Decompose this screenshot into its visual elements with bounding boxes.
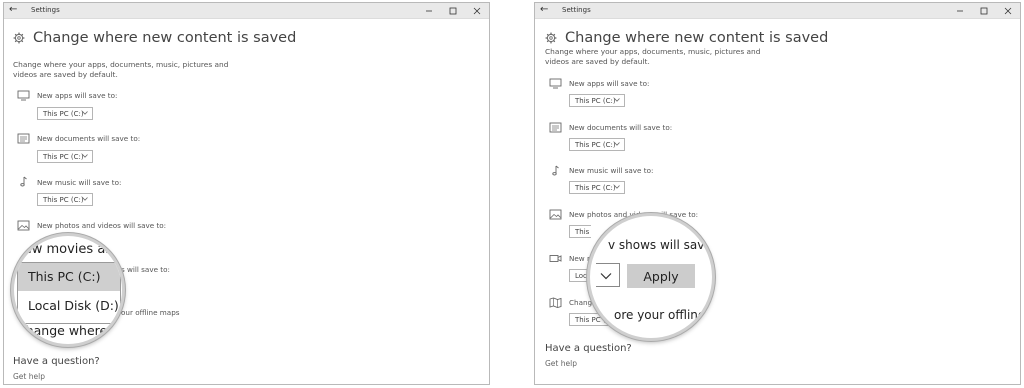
magnifier-dropdown-options: New movies an This PC (C:) Local Disk (D… [11, 233, 125, 347]
zoom-movies-label: New movies an [14, 242, 114, 257]
chevron-down-icon [82, 197, 88, 201]
back-button[interactable]: ← [540, 4, 548, 15]
chevron-down-icon [614, 142, 620, 146]
drive-options-list: This PC (C:) Local Disk (D:) [17, 262, 121, 324]
monitor-icon [17, 90, 30, 101]
close-icon[interactable] [996, 3, 1020, 18]
close-icon[interactable] [465, 3, 489, 18]
zoom-maps-label: ore your offline [614, 308, 706, 322]
window-title: Settings [31, 6, 60, 14]
help-question: Have a question? [545, 343, 632, 354]
dropdown-value: This PC (C:) [575, 97, 616, 105]
movies-save-label: s will save to: [121, 265, 170, 274]
video-icon [549, 255, 562, 262]
photos-drive-dropdown[interactable]: This PC (C:) [569, 225, 592, 238]
apply-button[interactable]: Apply [627, 264, 695, 288]
chevron-down-icon [82, 111, 88, 115]
chevron-down-icon [614, 98, 620, 102]
music-drive-dropdown[interactable]: This PC (C:) [37, 193, 93, 206]
monitor-icon [549, 78, 562, 89]
chevron-down-icon [614, 185, 620, 189]
documents-drive-dropdown[interactable]: This PC (C:) [37, 150, 93, 163]
title-bar: ← Settings [535, 3, 1020, 19]
documents-icon [549, 122, 562, 133]
apps-drive-dropdown[interactable]: This PC (C:) [569, 94, 625, 107]
help-question: Have a question? [13, 356, 100, 367]
apps-drive-dropdown[interactable]: This PC (C:) [37, 107, 93, 120]
maximize-icon[interactable] [972, 3, 996, 18]
magnifier-apply-button: v shows will save to: Apply ore your off… [587, 213, 715, 341]
chevron-down-icon [82, 154, 88, 158]
window-controls [417, 3, 489, 18]
dropdown-value: This PC (C:) [575, 141, 616, 149]
settings-window-right: ← Settings Change where new content is s… [534, 2, 1021, 385]
dropdown-value: This PC (C:) [575, 184, 616, 192]
back-button[interactable]: ← [9, 4, 17, 15]
photo-icon [549, 209, 562, 220]
music-note-icon [20, 176, 27, 187]
dropdown-value: This PC (C:) [43, 196, 84, 204]
music-save-label: New music will save to: [569, 166, 654, 175]
music-note-icon [552, 165, 559, 176]
minimize-icon[interactable] [417, 3, 441, 18]
map-icon [549, 297, 562, 308]
photo-icon [17, 220, 30, 231]
page-description: Change where your apps, documents, music… [13, 60, 229, 79]
window-controls [948, 3, 1020, 18]
music-drive-dropdown[interactable]: This PC (C:) [569, 181, 625, 194]
maximize-icon[interactable] [441, 3, 465, 18]
dropdown-value: This PC (C:) [575, 228, 592, 236]
gear-icon [13, 32, 25, 44]
window-title: Settings [562, 6, 591, 14]
zoom-movies-label: v shows will save to: [608, 238, 712, 252]
option-local-disk-d[interactable]: Local Disk (D:) [18, 292, 120, 320]
minimize-icon[interactable] [948, 3, 972, 18]
apps-save-label: New apps will save to: [569, 79, 650, 88]
get-help-link[interactable]: Get help [13, 372, 45, 381]
apps-save-label: New apps will save to: [37, 91, 118, 100]
get-help-link[interactable]: Get help [545, 359, 577, 368]
documents-drive-dropdown[interactable]: This PC (C:) [569, 138, 625, 151]
gear-icon [545, 32, 557, 44]
maps-save-label: our offline maps [121, 308, 180, 317]
option-this-pc[interactable]: This PC (C:) [18, 263, 120, 291]
page-title: Change where new content is saved [565, 30, 829, 46]
dropdown-value: This PC (C:) [43, 110, 84, 118]
page-description: Change where your apps, documents, music… [545, 47, 761, 66]
documents-save-label: New documents will save to: [569, 123, 673, 132]
zoom-dropdown-edge[interactable] [596, 263, 620, 287]
chevron-down-icon [600, 273, 612, 280]
documents-save-label: New documents will save to: [37, 134, 141, 143]
page-title: Change where new content is saved [33, 30, 297, 46]
photos-save-label: New photos and videos will save to: [37, 221, 167, 230]
music-save-label: New music will save to: [37, 178, 122, 187]
title-bar: ← Settings [4, 3, 489, 19]
zoom-maps-label: Change where y [17, 323, 119, 338]
dropdown-value: This PC (C:) [43, 153, 84, 161]
documents-icon [17, 133, 30, 144]
